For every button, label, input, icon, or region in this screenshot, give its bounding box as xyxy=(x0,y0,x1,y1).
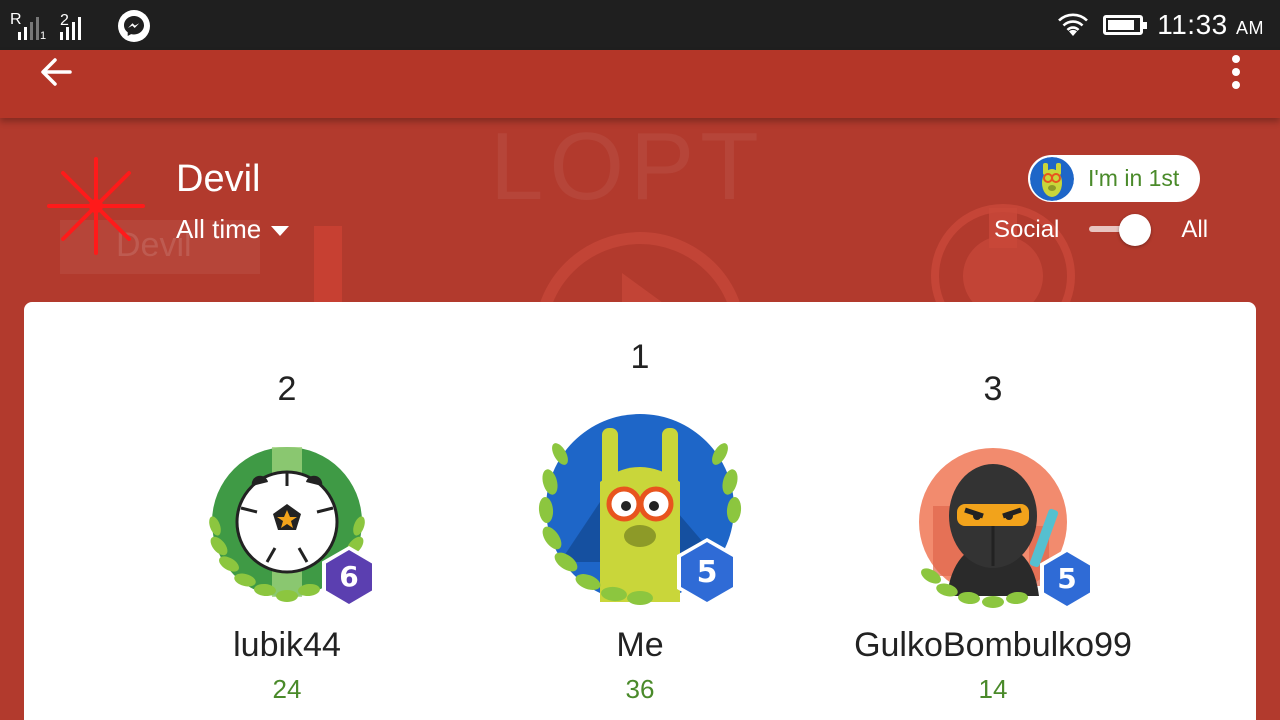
level-badge: 5 xyxy=(677,538,737,606)
sim1-slot: 1 xyxy=(40,30,47,42)
level-number: 6 xyxy=(339,560,358,593)
status-right: 11:33 AM xyxy=(1057,8,1264,42)
more-options-button[interactable] xyxy=(1216,50,1256,94)
rank-number: 2 xyxy=(277,370,297,408)
player-avatar: 6 xyxy=(197,446,377,616)
player-score: 36 xyxy=(625,674,655,704)
level-badge: 5 xyxy=(1040,548,1094,610)
back-button[interactable] xyxy=(30,50,82,94)
background-play-icon xyxy=(538,232,742,308)
time-period-label: All time xyxy=(176,214,262,244)
dropdown-caret-icon xyxy=(271,225,290,236)
social-all-toggle[interactable] xyxy=(1087,214,1152,246)
background-shape xyxy=(314,226,342,308)
time-period-dropdown[interactable]: All time xyxy=(176,214,290,245)
messenger-icon xyxy=(118,10,150,42)
player-avatar: 5 xyxy=(913,446,1094,616)
filter-all-label[interactable]: All xyxy=(1181,216,1208,244)
player-name: lubik44 xyxy=(233,626,341,664)
back-arrow-icon xyxy=(41,58,72,86)
player-score: 24 xyxy=(272,674,302,704)
background-logo-text: LOPT xyxy=(490,118,765,220)
level-number: 5 xyxy=(1057,562,1076,595)
player-avatar: 5 xyxy=(530,412,750,617)
leaderboard-entry-1st[interactable]: 1 5 Me 36 xyxy=(460,338,820,710)
leaderboard-entry-3rd[interactable]: 3 5 GulkoBombulko99 14 xyxy=(813,370,1173,710)
social-all-filter: Social All xyxy=(994,214,1208,246)
player-name: Me xyxy=(616,626,664,664)
app-bar xyxy=(0,50,1280,118)
player-name: GulkoBombulko99 xyxy=(854,626,1132,664)
level-badge: 6 xyxy=(322,546,376,608)
player-score: 14 xyxy=(978,674,1008,704)
leaderboard-title: Devil xyxy=(176,158,261,200)
wifi-icon xyxy=(1058,13,1089,36)
status-left: R 1 2 xyxy=(10,6,150,42)
devil-star-icon xyxy=(47,157,145,255)
rank-number: 1 xyxy=(630,338,650,376)
leaderboard-card: 2 6 lubik44 24 1 5 Me 36 3 5 GulkoBombul… xyxy=(24,302,1256,720)
sim2-signal-icon: 2 xyxy=(60,12,104,42)
leaderboard-entry-2nd[interactable]: 2 6 lubik44 24 xyxy=(107,370,467,710)
more-vert-icon xyxy=(1232,55,1240,89)
rank-number: 3 xyxy=(983,370,1003,408)
sim1-signal-icon: R 1 xyxy=(10,12,50,43)
llama-avatar-icon xyxy=(1030,156,1074,201)
clock: 11:33 AM xyxy=(1157,9,1264,40)
battery-icon xyxy=(1103,15,1148,35)
header-background-art: LOPT Devil xyxy=(0,118,1280,308)
status-bar: R 1 2 11:33 AM xyxy=(0,0,1280,50)
my-rank-chip[interactable]: I'm in 1st xyxy=(1028,155,1200,202)
my-rank-label: I'm in 1st xyxy=(1088,165,1180,191)
filter-social-label[interactable]: Social xyxy=(994,216,1059,244)
level-number: 5 xyxy=(697,555,718,590)
